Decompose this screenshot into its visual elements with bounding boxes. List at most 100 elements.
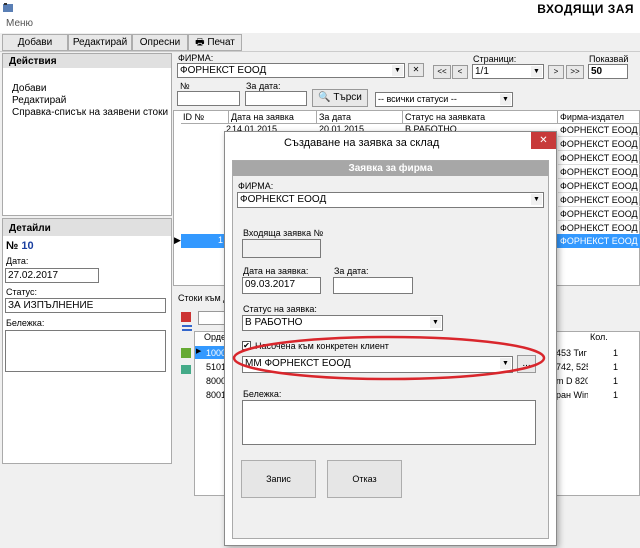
col-status[interactable]: Статус на заявката [403, 111, 558, 124]
details-number-prefix: № [6, 240, 19, 252]
chevron-down-icon[interactable]: ▼ [531, 66, 542, 77]
last-page-button[interactable]: >> [566, 65, 584, 79]
clear-filter-button[interactable]: ✕ [408, 63, 424, 77]
details-note-label: Бележка: [6, 318, 45, 328]
row-pointer-icon: ▶ [196, 348, 202, 355]
menu-bar [0, 18, 640, 33]
print-label: Печат [207, 37, 235, 48]
items-row-qty[interactable]: 1 [588, 389, 638, 402]
items-row-desc[interactable]: 742, 525 [556, 361, 588, 374]
col-order-date[interactable]: Дата на заявка [229, 111, 317, 124]
add-button[interactable]: Добави [2, 34, 68, 51]
details-status-label: Статус: [6, 287, 37, 297]
pages-combo[interactable]: 1/1 ▼ [472, 64, 544, 79]
first-page-button[interactable]: << [433, 65, 451, 79]
firm-filter-label: ФИРМА: [178, 53, 214, 63]
highlight-ellipse [232, 335, 546, 381]
firm-cell[interactable]: ФОРНЕКСТ ЕООД [558, 208, 640, 221]
details-note-field[interactable] [5, 330, 166, 372]
refresh-button[interactable]: Опресни [132, 34, 188, 51]
cancel-button[interactable]: Отказ [327, 460, 402, 498]
chevron-down-icon[interactable]: ▼ [430, 317, 441, 328]
action-report-link[interactable]: Справка-списък на заявени стоки [12, 107, 168, 118]
firm-filter-combo[interactable]: ФОРНЕКСТ ЕООД ▼ [177, 63, 405, 78]
order-date-field[interactable]: 09.03.2017 [242, 277, 321, 294]
close-icon[interactable]: ✕ [531, 132, 556, 149]
status-combo[interactable]: В РАБОТНО ▼ [242, 315, 443, 331]
items-col-qty[interactable]: Кол. [590, 332, 608, 342]
pages-label: Страници: [473, 54, 517, 64]
items-filter-field[interactable] [198, 311, 226, 325]
chevron-down-icon[interactable]: ▼ [392, 65, 403, 76]
app-icon [2, 2, 14, 14]
actions-title: Действия [9, 56, 57, 67]
details-date-field[interactable]: 27.02.2017 [5, 268, 99, 283]
dialog-title: Създаване на заявка за склад [284, 137, 440, 149]
search-button[interactable]: 🔍 Търси [312, 89, 368, 107]
dialog-section-title: Заявка за фирма [233, 161, 548, 176]
col-for-date[interactable]: За дата [317, 111, 403, 124]
items-row-qty[interactable]: 1 [588, 347, 638, 360]
order-date-label: Дата на заявка: [243, 266, 309, 276]
date-filter-label: За дата: [246, 81, 281, 91]
window-title: ВХОДЯЩИ ЗАЯ [537, 2, 634, 16]
shown-label: Показвай [589, 54, 629, 64]
col-firm[interactable]: Фирма-издател [558, 111, 640, 124]
details-title: Детайли [9, 223, 51, 234]
items-col-order[interactable]: Орде [204, 332, 226, 342]
status-filter-combo[interactable]: -- всички статуси -- ▼ [375, 92, 513, 107]
save-button[interactable]: Запис [241, 460, 316, 498]
selected-row-id[interactable]: 1 [218, 235, 223, 245]
status-filter-value: -- всички статуси -- [378, 94, 457, 104]
for-date-field[interactable] [333, 277, 413, 294]
firm-cell[interactable]: ФОРНЕКСТ ЕООД [558, 138, 640, 151]
row-pointer-icon: ▶ [174, 235, 181, 245]
col-id[interactable]: ID № [181, 111, 229, 124]
items-label: Стоки към д [178, 293, 229, 303]
status-value: В РАБОТНО [245, 317, 303, 328]
firm-cell[interactable]: ФОРНЕКСТ ЕООД [558, 152, 640, 165]
number-label: № [180, 81, 190, 91]
date-filter-field[interactable] [245, 91, 307, 106]
action-add-link[interactable]: Добави [12, 83, 46, 94]
dialog-firm-value: ФОРНЕКСТ ЕООД [240, 194, 327, 205]
details-number: № 10 [6, 240, 34, 252]
status-label: Статус на заявка: [243, 304, 317, 314]
printer-icon: 🖶 [195, 37, 205, 48]
incoming-number-field[interactable] [242, 239, 321, 258]
incoming-number-label: Входяща заявка № [243, 228, 324, 238]
dialog-firm-combo[interactable]: ФОРНЕКСТ ЕООД ▼ [237, 192, 544, 208]
actions-panel [2, 53, 172, 216]
next-page-button[interactable]: > [548, 65, 564, 79]
search-label: Търси [333, 92, 362, 103]
action-edit-link[interactable]: Редактирай [12, 95, 66, 106]
details-date-label: Дата: [6, 256, 29, 266]
for-date-label: За дата: [334, 266, 369, 276]
shown-field[interactable]: 50 [588, 64, 628, 79]
dialog-firm-label: ФИРМА: [238, 181, 274, 191]
chevron-down-icon[interactable]: ▼ [531, 194, 542, 205]
note-label: Бележка: [243, 389, 282, 399]
items-row-qty[interactable]: 1 [588, 361, 638, 374]
print-button[interactable]: 🖶 Печат [188, 34, 242, 51]
prev-page-button[interactable]: < [452, 65, 468, 79]
items-row-desc[interactable]: 453 Тиг [556, 347, 588, 360]
details-number-value: 10 [21, 240, 34, 252]
chevron-down-icon[interactable]: ▼ [500, 94, 511, 105]
edit-button[interactable]: Редактирай [68, 34, 132, 51]
note-field[interactable] [242, 400, 536, 445]
items-row-desc[interactable]: m D 820 [556, 375, 588, 388]
firm-cell[interactable]: ФОРНЕКСТ ЕООД [558, 180, 640, 193]
firm-cell-selected[interactable]: ФОРНЕКСТ ЕООД [558, 235, 640, 248]
firm-cell[interactable]: ФОРНЕКСТ ЕООД [558, 194, 640, 207]
number-field[interactable] [177, 91, 240, 106]
firm-cell[interactable]: ФОРНЕКСТ ЕООД [558, 166, 640, 179]
menu-item-main[interactable]: Меню [6, 18, 33, 29]
items-row-qty[interactable]: 1 [588, 375, 638, 388]
firm-filter-value: ФОРНЕКСТ ЕООД [180, 65, 267, 76]
items-row-desc[interactable]: рaн Win [556, 389, 588, 402]
details-status-field[interactable]: ЗА ИЗПЪЛНЕНИЕ [5, 298, 166, 313]
pages-value: 1/1 [475, 66, 489, 77]
search-icon: 🔍 [318, 92, 331, 103]
firm-cell[interactable]: ФОРНЕКСТ ЕООД [558, 124, 640, 137]
